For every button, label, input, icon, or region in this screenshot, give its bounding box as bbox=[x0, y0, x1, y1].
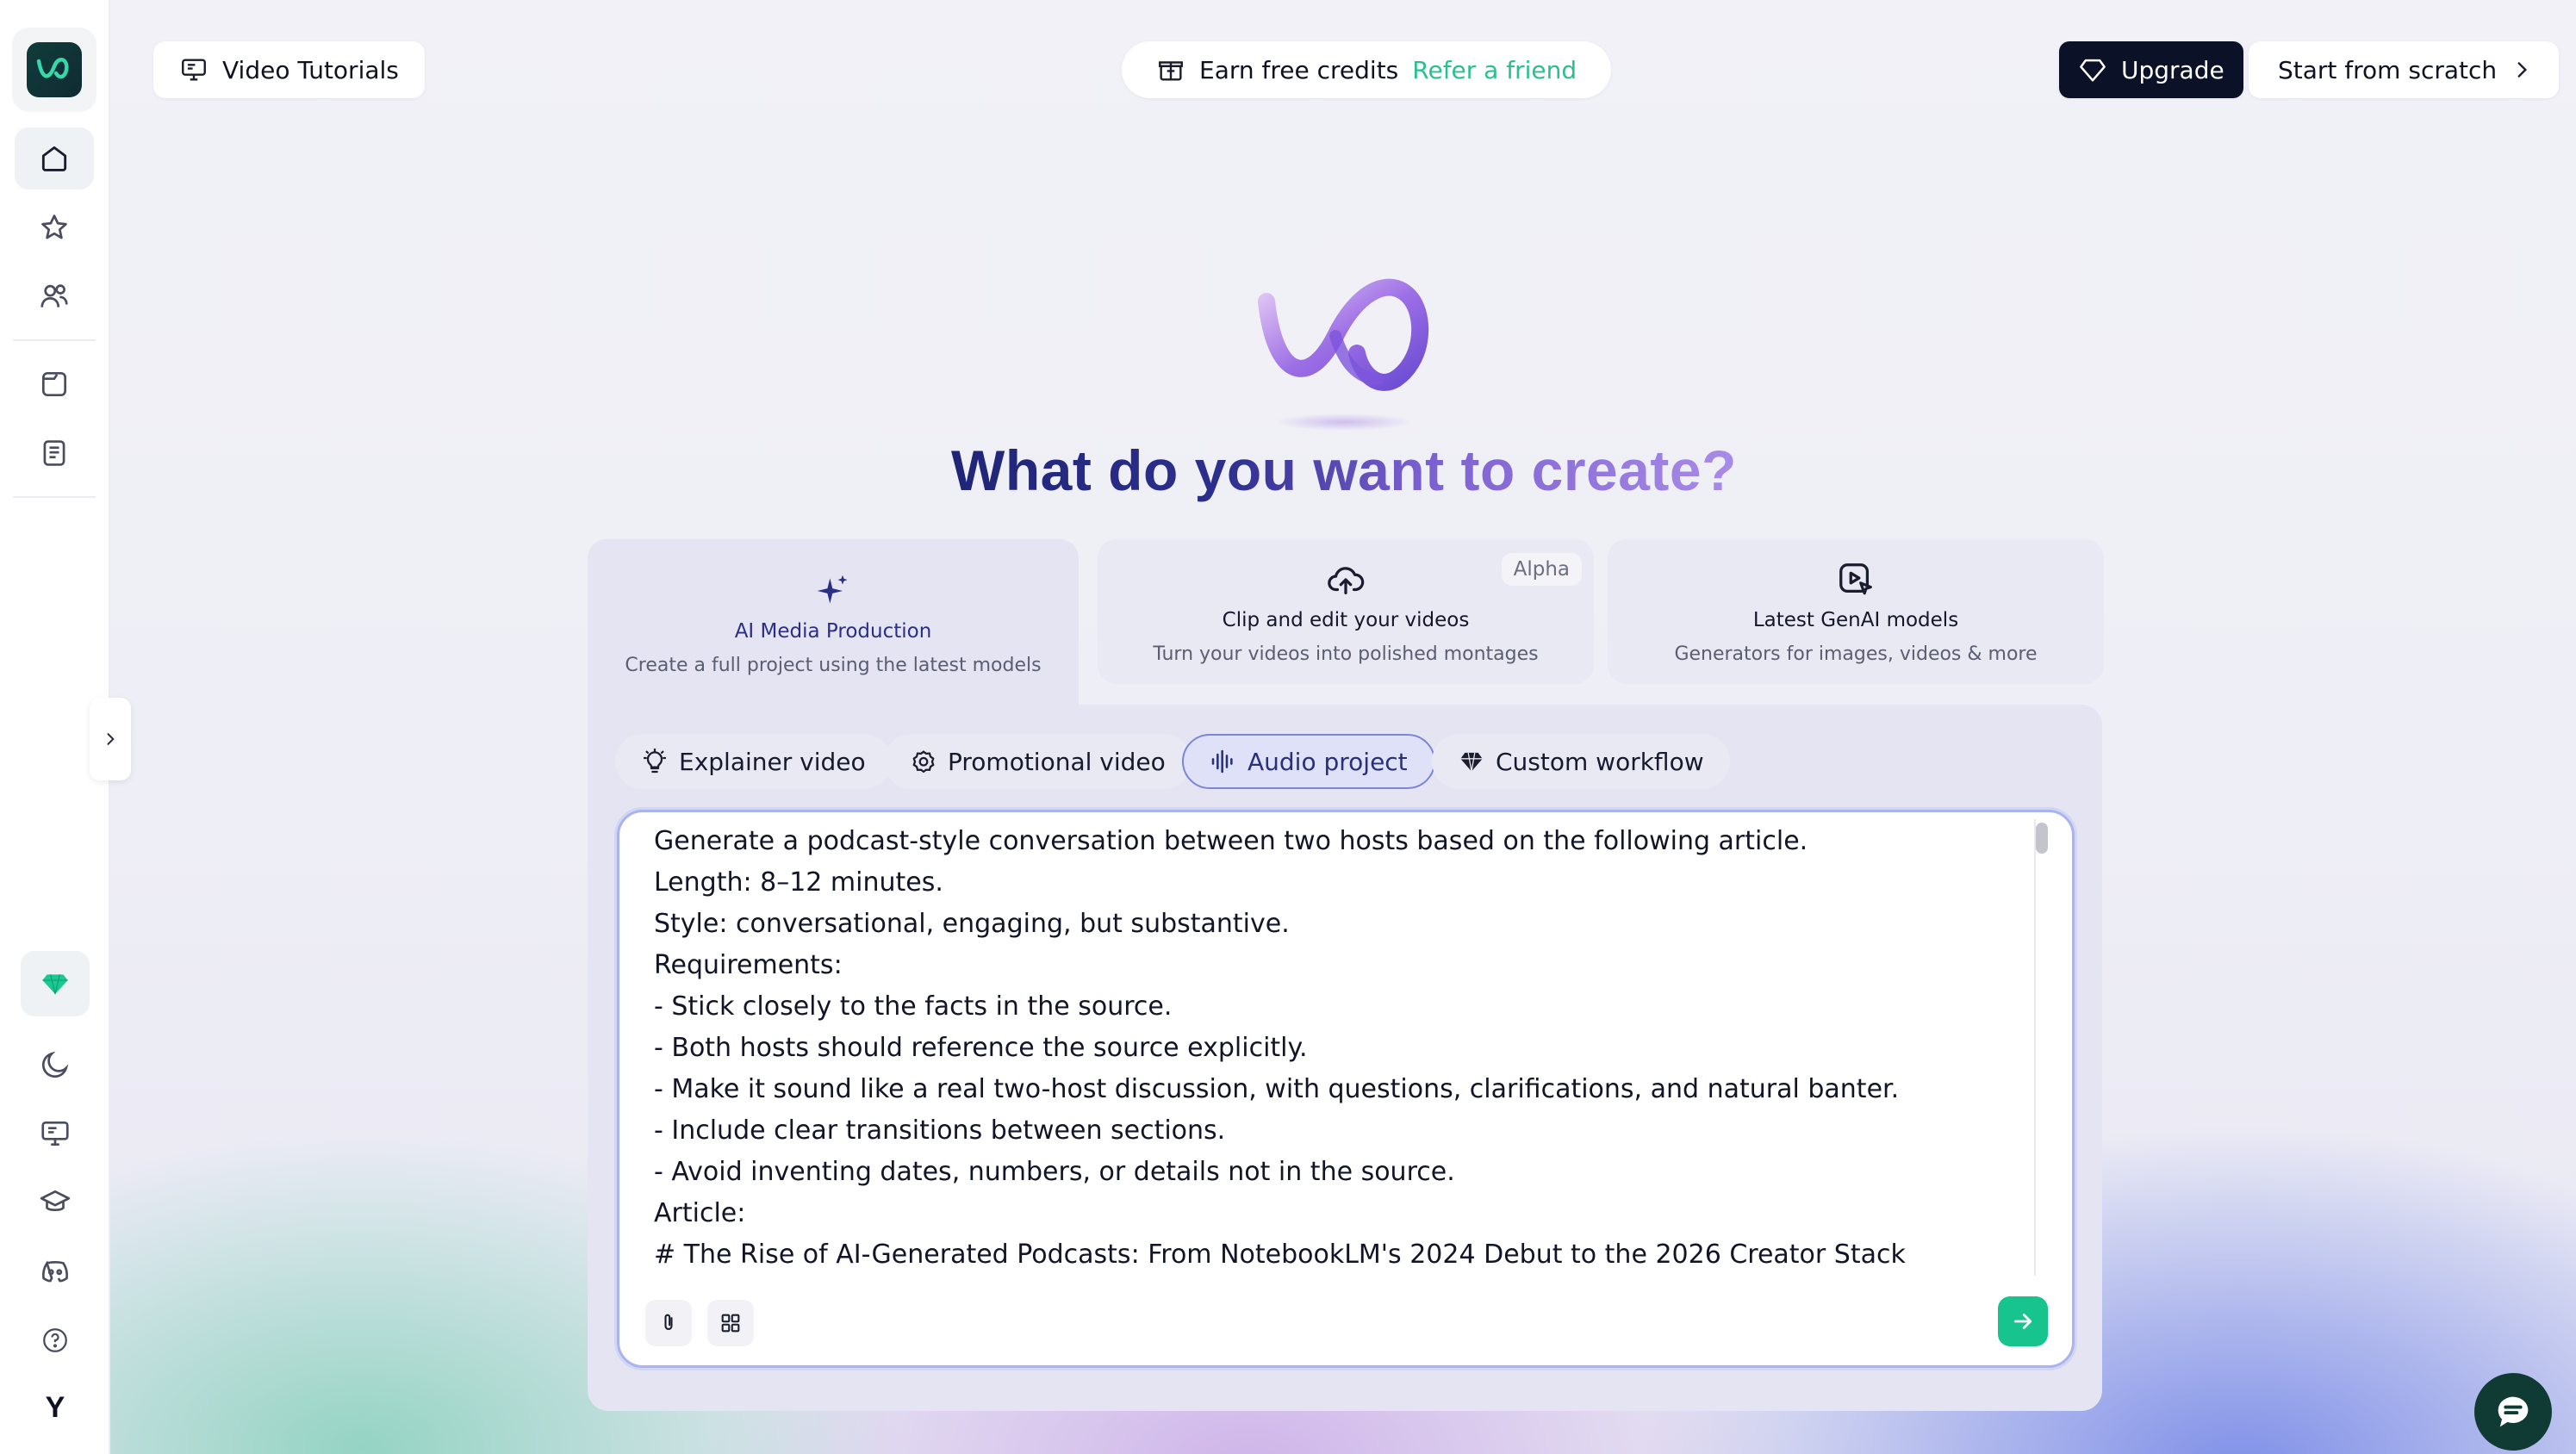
prompt-textarea[interactable]: Generate a podcast-style conversation be… bbox=[654, 821, 1998, 1286]
chip-promotional-video[interactable]: Promotional video bbox=[884, 734, 1192, 789]
hero-logo-icon bbox=[1258, 278, 1429, 391]
templates-button[interactable] bbox=[707, 1300, 754, 1346]
earn-credits-banner[interactable]: Earn free credits Refer a friend bbox=[1122, 41, 1612, 98]
sidebar-item-gem[interactable] bbox=[21, 951, 90, 1016]
diamond-icon bbox=[2080, 59, 2106, 82]
play-cursor-icon bbox=[1839, 562, 1872, 594]
gift-icon bbox=[1159, 61, 1183, 81]
waveform-icon bbox=[1211, 749, 1233, 774]
chip-audio-project[interactable]: Audio project bbox=[1182, 734, 1435, 789]
earn-credits-label: Earn free credits bbox=[1199, 55, 1399, 84]
gem-icon bbox=[42, 974, 68, 995]
mode-card-genai-models[interactable]: Latest GenAI models Generators for image… bbox=[1608, 539, 2104, 684]
support-chat-button[interactable] bbox=[2474, 1373, 2552, 1451]
prompt-editor[interactable]: Generate a podcast-style conversation be… bbox=[617, 810, 2075, 1368]
paperclip-icon bbox=[664, 1314, 673, 1331]
chevron-right-icon bbox=[2517, 62, 2528, 78]
sidebar-item-help[interactable] bbox=[16, 1309, 95, 1371]
sidebar-item-academy[interactable] bbox=[16, 1171, 95, 1233]
mode-card-subtitle: Generators for images, videos & more bbox=[1674, 643, 2038, 665]
sidebar-item-discord[interactable] bbox=[16, 1240, 95, 1302]
mode-card-clip-edit[interactable]: Clip and edit your videos Turn your vide… bbox=[1098, 539, 1594, 684]
start-from-scratch-label: Start from scratch bbox=[2278, 55, 2498, 84]
alpha-badge: Alpha bbox=[1501, 553, 1582, 586]
monitor-icon bbox=[182, 59, 206, 81]
mode-card-title: Clip and edit your videos bbox=[1222, 608, 1470, 631]
mode-card-subtitle: Turn your videos into polished montages bbox=[1153, 643, 1539, 665]
arrow-right-icon bbox=[2013, 1314, 2032, 1329]
chip-explainer-video[interactable]: Explainer video bbox=[615, 734, 892, 789]
upgrade-label: Upgrade bbox=[2121, 55, 2224, 84]
upgrade-button[interactable]: Upgrade bbox=[2059, 41, 2243, 98]
help-icon bbox=[43, 1328, 67, 1352]
mode-card-title: AI Media Production bbox=[734, 619, 932, 643]
chip-custom-workflow[interactable]: Custom workflow bbox=[1432, 734, 1730, 789]
chip-label: Audio project bbox=[1248, 747, 1408, 776]
monitor-icon bbox=[41, 1121, 69, 1146]
graduation-cap-icon bbox=[40, 1190, 71, 1212]
folder-icon bbox=[41, 371, 67, 397]
chip-label: Custom workflow bbox=[1496, 747, 1704, 776]
mode-card-subtitle: Create a full project using the latest m… bbox=[625, 654, 1042, 676]
sidebar-item-team[interactable] bbox=[15, 265, 94, 327]
sidebar-bottom: Y bbox=[0, 951, 110, 1454]
start-from-scratch-button[interactable]: Start from scratch bbox=[2249, 41, 2560, 98]
sidebar-item-favorites[interactable] bbox=[15, 196, 94, 258]
users-icon bbox=[40, 284, 68, 308]
app-logo[interactable] bbox=[12, 28, 96, 112]
star-icon bbox=[41, 214, 67, 239]
cloud-upload-icon bbox=[1328, 566, 1365, 594]
chevron-right-icon bbox=[107, 733, 115, 745]
diamond-icon bbox=[1460, 752, 1483, 772]
home-icon bbox=[41, 146, 67, 171]
video-tutorials-button[interactable]: Video Tutorials bbox=[153, 41, 425, 98]
send-button[interactable] bbox=[1998, 1296, 2048, 1346]
sidebar-item-tutorials[interactable] bbox=[16, 1103, 95, 1165]
gear-badge-icon bbox=[912, 750, 935, 774]
grid-icon bbox=[721, 1314, 740, 1333]
moon-icon bbox=[41, 1051, 69, 1078]
attach-button[interactable] bbox=[645, 1300, 692, 1346]
mode-card-title: Latest GenAI models bbox=[1752, 608, 1959, 631]
editor-scrollbar-thumb[interactable] bbox=[2036, 823, 2048, 854]
sidebar-item-home[interactable] bbox=[15, 127, 94, 190]
chip-label: Explainer video bbox=[679, 747, 866, 776]
mode-card-ai-media-production[interactable]: AI Media Production Create a full projec… bbox=[588, 539, 1079, 706]
refer-friend-link[interactable]: Refer a friend bbox=[1412, 56, 1577, 84]
sidebar-divider bbox=[13, 339, 96, 341]
lightbulb-icon bbox=[643, 748, 667, 774]
video-tutorials-label: Video Tutorials bbox=[222, 55, 399, 84]
sparkles-icon bbox=[817, 575, 848, 604]
chat-icon bbox=[2498, 1396, 2529, 1427]
editor-scrollbar[interactable] bbox=[2034, 819, 2053, 1276]
hero-glow bbox=[1275, 413, 1413, 431]
chip-label: Promotional video bbox=[948, 747, 1166, 776]
sidebar-expand-button[interactable] bbox=[90, 698, 131, 780]
sidebar-item-projects[interactable] bbox=[15, 353, 94, 415]
theme-toggle[interactable] bbox=[16, 1034, 95, 1096]
page-title: What do you want to create? bbox=[951, 438, 1737, 502]
user-avatar[interactable]: Y bbox=[29, 1382, 81, 1433]
discord-icon bbox=[42, 1260, 68, 1283]
logo-icon bbox=[27, 42, 82, 97]
